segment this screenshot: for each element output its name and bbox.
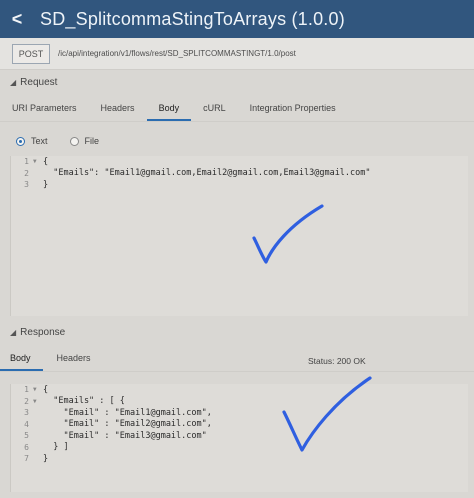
line-number: 6 — [24, 442, 29, 452]
line-number: 1 — [24, 157, 29, 167]
code-text: "Email" : "Email2@gmail.com", — [43, 419, 212, 430]
request-section-header[interactable]: ◢ Request — [0, 72, 474, 92]
code-line: 3 } — [11, 179, 468, 191]
radio-unselected-icon — [69, 136, 79, 146]
tab-response-body[interactable]: Body — [0, 353, 43, 371]
status-text: Status: 200 OK — [308, 356, 366, 366]
code-text: { — [43, 384, 49, 395]
fold-arrow-icon[interactable]: ▼ — [33, 398, 43, 405]
code-line: 7 } — [11, 453, 468, 465]
request-body-editor[interactable]: 1 ▼ { 2 "Emails": "Email1@gmail.com,Emai… — [10, 156, 468, 316]
line-number: 2 — [24, 396, 29, 406]
collapse-caret-icon: ◢ — [10, 327, 17, 337]
tab-curl[interactable]: cURL — [191, 103, 238, 121]
code-text: } ] — [43, 442, 69, 453]
code-text: "Emails" : [ { — [43, 396, 125, 407]
tab-integration-properties[interactable]: Integration Properties — [238, 103, 348, 121]
line-number: 3 — [24, 180, 29, 190]
collapse-caret-icon: ◢ — [10, 77, 17, 87]
code-text: { — [43, 156, 49, 167]
title-bar: < SD_SplitcommaStingToArrays (1.0.0) — [0, 0, 474, 38]
line-number: 3 — [24, 408, 29, 418]
radio-text[interactable]: Text — [16, 136, 48, 146]
tab-response-headers[interactable]: Headers — [43, 353, 103, 371]
code-text: "Emails": "Email1@gmail.com,Email2@gmail… — [43, 168, 371, 179]
radio-text-label: Text — [31, 136, 48, 146]
body-type-selector: Text File — [0, 132, 474, 150]
radio-file[interactable]: File — [69, 136, 100, 146]
response-tabs: Body Headers — [0, 346, 474, 372]
fold-arrow-icon[interactable]: ▼ — [33, 158, 43, 165]
line-number: 5 — [24, 431, 29, 441]
code-line: 1 ▼ { — [11, 156, 468, 168]
code-line: 1 ▼ { — [11, 384, 468, 396]
response-section-header[interactable]: ◢ Response — [0, 322, 474, 342]
line-number: 1 — [24, 385, 29, 395]
code-text: } — [43, 453, 49, 464]
back-button[interactable]: < — [0, 0, 34, 38]
line-number: 2 — [24, 168, 29, 178]
request-line: POST /ic/api/integration/v1/flows/rest/S… — [0, 38, 474, 70]
code-text: "Email" : "Email1@gmail.com", — [43, 407, 212, 418]
endpoint-url[interactable]: /ic/api/integration/v1/flows/rest/SD_SPL… — [58, 44, 458, 64]
radio-file-label: File — [84, 136, 100, 146]
page-title: SD_SplitcommaStingToArrays (1.0.0) — [40, 8, 345, 29]
line-number: 7 — [24, 454, 29, 464]
code-line: 2 ▼ "Emails" : [ { — [11, 396, 468, 408]
code-line: 3 "Email" : "Email1@gmail.com", — [11, 407, 468, 419]
response-body-editor[interactable]: 1 ▼ { 2 ▼ "Emails" : [ { 3 "Email" : "Em… — [10, 384, 468, 492]
code-text: } — [43, 179, 49, 190]
code-line: 5 "Email" : "Email3@gmail.com" — [11, 430, 468, 442]
tab-body[interactable]: Body — [146, 103, 192, 121]
request-tabs: URI Parameters Headers Body cURL Integra… — [0, 96, 474, 122]
fold-arrow-icon[interactable]: ▼ — [33, 386, 43, 393]
http-method-badge: POST — [12, 43, 50, 64]
response-section-label: Response — [20, 326, 66, 338]
tab-uri-parameters[interactable]: URI Parameters — [0, 103, 89, 121]
code-line: 2 "Emails": "Email1@gmail.com,Email2@gma… — [11, 168, 468, 180]
code-line: 4 "Email" : "Email2@gmail.com", — [11, 419, 468, 431]
tab-headers[interactable]: Headers — [89, 103, 147, 121]
code-text: "Email" : "Email3@gmail.com" — [43, 430, 207, 441]
radio-selected-icon — [16, 136, 25, 146]
request-section-label: Request — [20, 76, 58, 88]
line-number: 4 — [24, 419, 29, 429]
code-line: 6 } ] — [11, 442, 468, 454]
